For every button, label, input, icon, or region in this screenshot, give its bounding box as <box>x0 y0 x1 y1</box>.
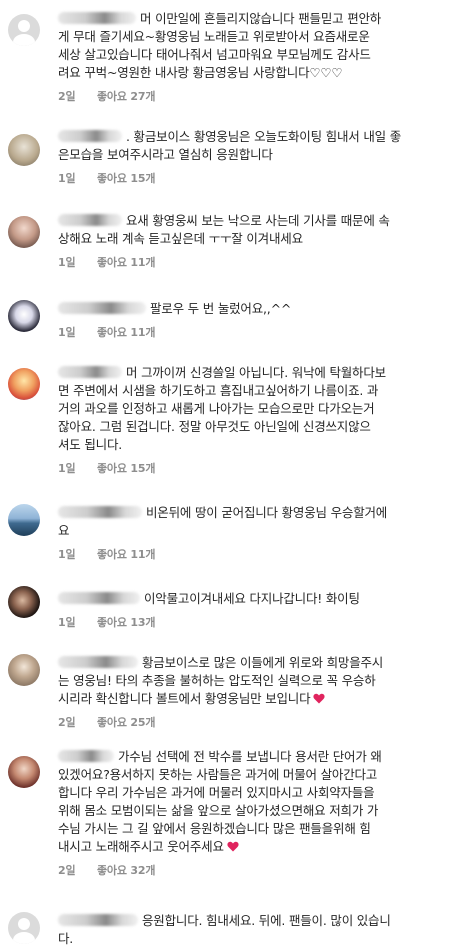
comment-likes[interactable]: 좋아요 15개 <box>97 172 155 185</box>
comment-likes[interactable]: 좋아요 13개 <box>97 616 155 629</box>
comment-meta: 1일 좋아요 15개 <box>58 460 447 476</box>
blurred-username[interactable] <box>58 592 140 604</box>
comment-likes[interactable]: 좋아요 32개 <box>97 864 155 877</box>
comment-text: 응원합니다. 힘내세요. 뒤에. 팬들이. 많이 있습니 다. <box>58 913 391 946</box>
avatar[interactable] <box>8 654 40 686</box>
comment-likes[interactable]: 좋아요 11개 <box>97 256 155 269</box>
avatar[interactable] <box>8 504 40 536</box>
comment-text: 가수님 선택에 전 박수를 보냅니다 용서란 단어가 왜 있겠어요?용서하지 못… <box>58 749 382 854</box>
comment-likes[interactable]: 좋아요 27개 <box>97 90 155 103</box>
blurred-username[interactable] <box>58 302 146 314</box>
avatar[interactable] <box>8 300 40 332</box>
comment-text: . 황금보이스 황영웅님은 오늘도화이팅 힘내서 내일 좋 은모습을 보여주시라… <box>58 129 402 162</box>
comment-meta: 1일 좋아요 11개 <box>58 324 447 340</box>
comment-meta: 2일 좋아요 32개 <box>58 862 447 878</box>
comment-likes[interactable]: 좋아요 11개 <box>97 548 155 561</box>
blurred-username[interactable] <box>58 506 142 518</box>
default-avatar-icon[interactable] <box>8 14 40 46</box>
comment-text: 팔로우 두 번 눌렀어요,,^^ <box>58 300 447 318</box>
comment-text: 비온뒤에 땅이 굳어집니다 황영웅님 우승할거에 요 <box>58 505 388 538</box>
avatar[interactable] <box>8 216 40 248</box>
avatar[interactable] <box>8 368 40 400</box>
comment-meta: 1일 좋아요 11개 <box>58 546 447 562</box>
heart-icon <box>313 693 325 704</box>
default-avatar-icon[interactable] <box>8 912 40 944</box>
comment-time: 1일 <box>58 172 76 185</box>
comment-time: 1일 <box>58 616 76 629</box>
comment-text: 황금보이스로 많은 이들에게 위로와 희망을주시 는 영웅님! 타의 추종을 불… <box>58 655 384 706</box>
comment-text: 머 이만일에 흔들리지않습니다 팬들믿고 편안하 게 무대 즐기세요~황영웅님 … <box>58 11 382 80</box>
comment-meta: 1일 좋아요 15개 <box>58 170 447 186</box>
comment-text: 이악물고이겨내세요 다지나갑니다! 화이팅 <box>58 590 447 608</box>
comment-time: 2일 <box>58 716 76 729</box>
blurred-username[interactable] <box>58 366 122 378</box>
comment-likes[interactable]: 좋아요 15개 <box>97 462 155 475</box>
comment-meta: 2일 좋아요 25개 <box>58 714 447 730</box>
comment-time: 1일 <box>58 548 76 561</box>
blurred-username[interactable] <box>58 750 114 762</box>
avatar[interactable] <box>8 756 40 788</box>
comment-text: 요새 황영웅씨 보는 낙으로 사는데 기사를 때문에 속 상해요 노래 계속 듣… <box>58 213 390 246</box>
comment-time: 1일 <box>58 462 76 475</box>
comment-likes[interactable]: 좋아요 25개 <box>97 716 155 729</box>
comment-meta: 1일 좋아요 11개 <box>58 254 447 270</box>
comment-text: 머 그까이꺼 신경쓸일 아닙니다. 워낙에 탁월하다보 면 주변에서 시샘을 하… <box>58 365 386 452</box>
avatar[interactable] <box>8 586 40 618</box>
comment-meta: 2일 좋아요 27개 <box>58 88 447 104</box>
avatar[interactable] <box>8 134 40 166</box>
heart-icon <box>227 841 239 852</box>
comment-meta: 1일 좋아요 13개 <box>58 614 447 630</box>
comment-time: 1일 <box>58 256 76 269</box>
comment-time: 1일 <box>58 326 76 339</box>
blurred-username[interactable] <box>58 656 138 668</box>
blurred-username[interactable] <box>58 914 138 926</box>
comment-likes[interactable]: 좋아요 11개 <box>97 326 155 339</box>
comment-time: 2일 <box>58 864 76 877</box>
blurred-username[interactable] <box>58 214 122 226</box>
blurred-username[interactable] <box>58 12 136 24</box>
blurred-username[interactable] <box>58 130 122 142</box>
comment-time: 2일 <box>58 90 76 103</box>
